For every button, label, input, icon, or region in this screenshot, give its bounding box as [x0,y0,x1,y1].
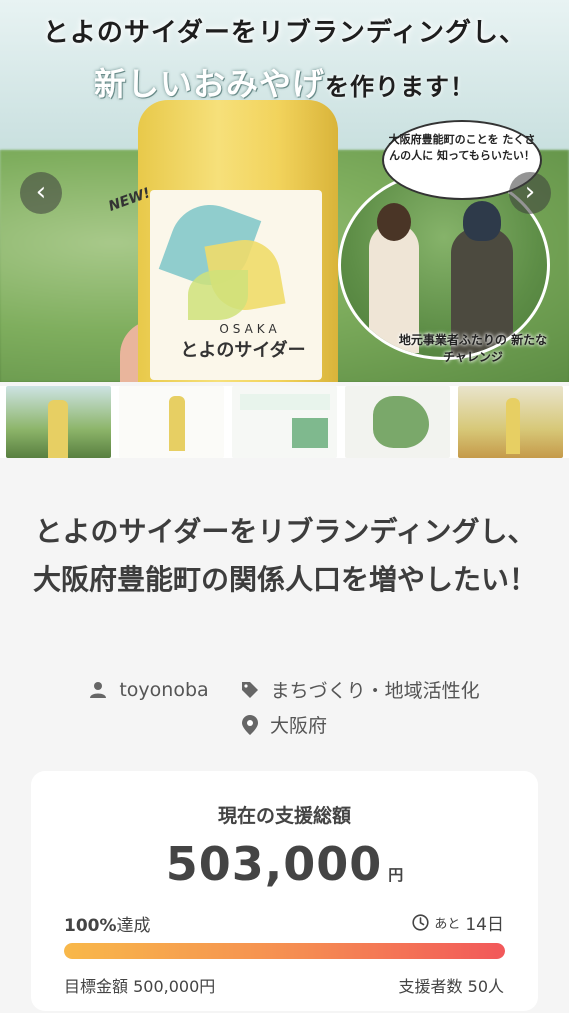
founder-man-head [463,201,501,241]
location-name: 大阪府 [269,715,327,737]
thumb-bottle [48,400,68,458]
project-title: とよのサイダーをリブランディングし、大阪府豊能町の関係人口を増やしたい！ [32,515,537,596]
funding-amount-unit: 円 [388,866,404,884]
carousel-prev-button[interactable]: ‹ [20,172,62,214]
user-icon [90,681,107,698]
hero-image: とよのサイダーをリブランディングし、 新しいおみやげを作ります！ OSAKA と… [0,0,569,382]
thumb-map [373,396,429,448]
tag-icon [241,681,258,698]
backer-count: 支援者数 50人 [398,977,504,996]
thumb-banner [240,394,330,410]
thumbnail-1[interactable] [6,386,111,458]
achievement-rate: 100%達成 [64,911,151,936]
location-pin-icon [241,714,258,735]
headline-line1: とよのサイダーをリブランディングし、 [42,18,527,48]
bottle-osaka-text: OSAKA [219,322,281,336]
founder-woman-head [377,203,411,241]
thumbnail-5[interactable] [458,386,563,458]
category-link[interactable]: まちづくり・地域活性化 [241,676,480,703]
remaining-time: あと 14日 [412,910,504,935]
progress-bar [64,943,505,959]
carousel-next-button[interactable]: › [509,172,551,214]
funding-amount-number: 503,000 [165,837,383,891]
remaining-days: 14日 [465,915,504,935]
funding-amount: 503,000 円 [31,837,538,891]
hero-headline: とよのサイダーをリブランディングし、 新しいおみやげを作ります！ [0,12,569,105]
achievement-suffix: 達成 [116,916,151,936]
funding-card: 現在の支援総額 503,000 円 100%達成 あと 14日 目標金額 500,0… [31,771,538,1011]
owner-link[interactable]: toyonoba [89,676,209,703]
headline-line2-rest: を作ります！ [325,73,475,101]
goal-amount: 目標金額 500,000円 [64,977,216,996]
achievement-percent: 100% [64,916,117,936]
label-leaf-green [188,270,248,320]
thumbnail-2[interactable] [119,386,224,458]
remaining-prefix: あと [434,917,461,932]
thumbnail-4[interactable] [345,386,450,458]
chevron-right-icon: › [524,177,536,207]
chevron-left-icon: ‹ [35,177,47,207]
project-location: 大阪府 [0,711,569,738]
hero-caption: 地元事業者ふたりの 新たなチャレンジ [398,333,548,364]
headline-line2-highlight: 新しいおみやげ [93,65,325,103]
funding-label: 現在の支援総額 [217,805,351,827]
thumb-bottle [506,398,520,454]
bottle-name-text: とよのサイダー [180,340,306,361]
progress-bar-fill [64,943,505,959]
headline-line2: 新しいおみやげを作ります！ [94,59,475,105]
project-meta: toyonoba まちづくり・地域活性化 [0,676,569,703]
clock-icon [412,914,429,931]
thumb-bottle [169,396,185,451]
category-name: まちづくり・地域活性化 [270,680,480,702]
location-link[interactable]: 大阪府 [241,711,327,738]
owner-name: toyonoba [119,678,209,701]
carousel-thumbnails [0,386,569,458]
thumb-photo [292,418,328,448]
thumbnail-3[interactable] [232,386,337,458]
